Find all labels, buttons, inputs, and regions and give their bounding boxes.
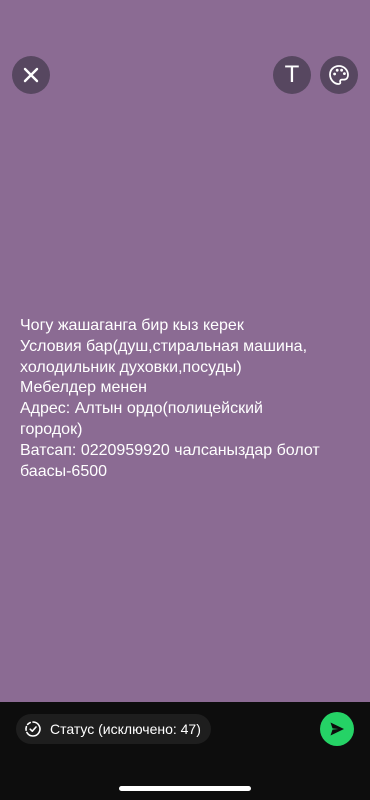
close-button[interactable] [12, 56, 50, 94]
status-text-line: Ватсап: 0220959920 чалсаныздар болот [20, 441, 320, 459]
text-tool-button[interactable]: T [273, 56, 311, 94]
send-icon [330, 722, 344, 736]
status-text-line: Условия бар(душ,стиральная машина, [20, 337, 308, 355]
close-icon [23, 67, 39, 83]
status-canvas[interactable]: T Чогу жашаганга бир кыз керек Условия б… [0, 0, 370, 702]
status-text-line: Адрес: Алтын ордо(полицейский [20, 400, 263, 418]
status-text-line: Чогу жашаганга бир кыз керек [20, 317, 244, 334]
status-audience-label: Статус (исключено: 47) [50, 721, 201, 737]
status-audience-button[interactable]: Статус (исключено: 47) [16, 714, 211, 744]
status-text-line: баасы-6500 [20, 462, 108, 480]
status-text-line: городок) [20, 420, 83, 438]
background-color-button[interactable] [320, 56, 358, 94]
bottom-bar: Статус (исключено: 47) [0, 702, 370, 800]
status-ring-icon [25, 721, 41, 737]
status-text[interactable]: Чогу жашаганга бир кыз керек Условия бар… [20, 316, 360, 482]
palette-icon [329, 65, 349, 85]
status-text-line: Мебелдер менен [20, 379, 147, 397]
status-text-line: холодильник духовки,посуды) [20, 358, 242, 376]
send-button[interactable] [320, 712, 354, 746]
text-tool-icon: T [284, 61, 300, 88]
home-indicator [119, 786, 251, 791]
